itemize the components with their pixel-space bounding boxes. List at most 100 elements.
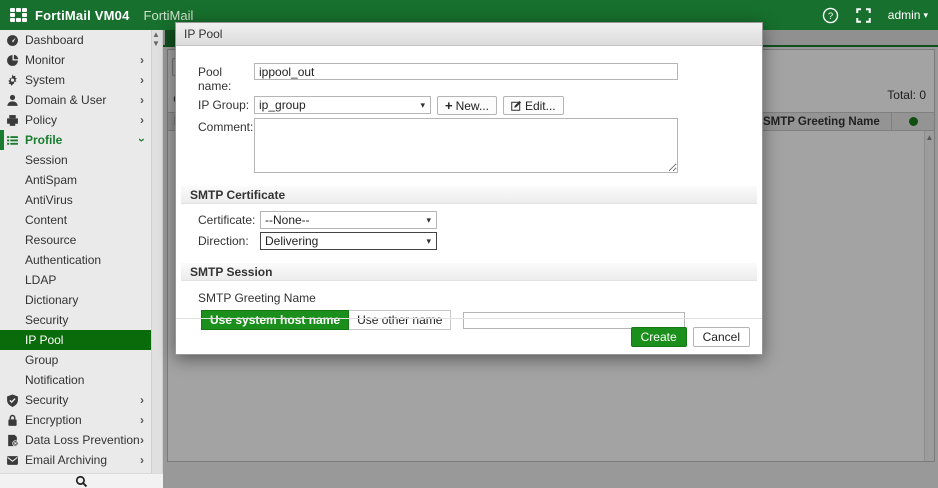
chevron-down-icon: ▾ [420,101,425,110]
direction-label: Direction: [198,232,260,248]
dlp-icon [6,434,19,447]
sidebar-item-label: Monitor [25,53,65,67]
sidebar-item-profile-antispam[interactable]: AntiSpam [0,170,152,190]
chevron-down-icon: › [135,138,149,142]
sidebar-item-profile-security[interactable]: Security [0,310,152,330]
hostname-label: FortiMail [144,8,194,23]
sidebar-item-label: LDAP [25,273,56,287]
pool-name-label: Pool name: [198,63,254,93]
chevron-down-icon: ▾ [426,237,431,246]
sidebar-item-label: Content [25,213,67,227]
smtp-certificate-section-header: SMTP Certificate [181,186,757,204]
sidebar-search-bar [0,473,163,488]
chevron-right-icon: › [140,453,144,467]
sidebar-nav: DashboardMonitor›System›Domain & User›Po… [0,30,152,470]
comment-label: Comment: [198,118,254,134]
sidebar-item-domain-user[interactable]: Domain & User › [0,90,152,110]
chevron-right-icon: › [140,53,144,67]
ip-group-label: IP Group: [198,96,254,112]
user-icon [6,94,19,107]
sidebar-item-profile-resource[interactable]: Resource [0,230,152,250]
cancel-button[interactable]: Cancel [693,327,750,347]
new-button[interactable]: + New... [437,96,497,115]
create-button[interactable]: Create [631,327,687,347]
sidebar-item-label: Policy [25,113,57,127]
sidebar-item-label: Group [25,353,58,367]
chevron-right-icon: › [140,93,144,107]
chevron-down-icon: ▾ [923,11,928,20]
lock-icon [6,414,19,427]
sidebar-item-profile-group[interactable]: Group [0,350,152,370]
sidebar-item-security[interactable]: Security› [0,390,152,410]
sidebar-item-label: Data Loss Prevention [25,433,140,447]
sidebar-item-policy[interactable]: Policy › [0,110,152,130]
dialog-title: IP Pool [176,23,762,46]
gauge-icon [6,34,19,47]
chevron-right-icon: › [140,433,144,447]
edit-button[interactable]: Edit... [503,96,564,115]
sidebar-item-profile-session[interactable]: Session [0,150,152,170]
scroll-down-icon[interactable]: ▼ [152,39,160,48]
chevron-right-icon: › [140,413,144,427]
scroll-up-icon[interactable]: ▲ [152,30,160,39]
certificate-select[interactable]: --None-- ▾ [260,211,437,229]
comment-textarea[interactable] [254,118,678,173]
sidebar-item-label: IP Pool [25,333,63,347]
sidebar-scrollbar[interactable]: ▲ ▼ [151,30,162,473]
ip-pool-dialog: IP Pool Pool name: IP Group: ip_group ▾ … [175,22,763,355]
sidebar-item-label: Notification [25,373,84,387]
sidebar-item-label: Security [25,313,68,327]
dialog-footer: Create Cancel [176,318,762,354]
list-icon [6,134,19,147]
sidebar-item-label: Resource [25,233,76,247]
pool-name-input[interactable] [254,63,678,80]
sidebar-item-profile-ip-pool[interactable]: IP Pool [0,330,152,350]
direction-select[interactable]: Delivering ▾ [260,232,437,250]
sidebar-item-label: Authentication [25,253,101,267]
sidebar-item-profile[interactable]: Profile › [0,130,152,150]
sidebar-item-label: Domain & User [25,93,106,107]
sidebar-item-email-archiving[interactable]: Email Archiving › [0,450,152,470]
help-icon[interactable]: ? [822,7,839,24]
certificate-label: Certificate: [198,211,260,227]
smtp-greeting-name-label: SMTP Greeting Name [198,291,762,305]
chevron-down-icon: ▾ [426,216,431,225]
sidebar-item-label: Encryption [25,413,82,427]
ip-group-select[interactable]: ip_group ▾ [254,96,431,114]
sidebar: DashboardMonitor›System›Domain & User›Po… [0,30,163,473]
sidebar-item-label: Email Archiving [25,453,107,467]
svg-text:?: ? [828,11,833,22]
plus-icon: + [445,98,453,113]
sidebar-item-profile-authentication[interactable]: Authentication [0,250,152,270]
smtp-session-section-header: SMTP Session [181,263,757,281]
search-icon[interactable] [75,475,88,488]
product-title: FortiMail VM04 [35,8,130,23]
sidebar-item-profile-notification[interactable]: Notification [0,370,152,390]
sidebar-item-data-loss-prevention[interactable]: Data Loss Prevention› [0,430,152,450]
certificate-value: --None-- [265,213,310,227]
sidebar-item-system[interactable]: System› [0,70,152,90]
chevron-right-icon: › [140,113,144,127]
sidebar-item-profile-ldap[interactable]: LDAP [0,270,152,290]
sidebar-item-label: AntiVirus [25,193,73,207]
sidebar-item-profile-antivirus[interactable]: AntiVirus [0,190,152,210]
chevron-right-icon: › [140,393,144,407]
shield-icon [6,394,19,407]
sidebar-item-monitor[interactable]: Monitor › [0,50,152,70]
sidebar-item-label: Dictionary [25,293,78,307]
fortinet-logo [10,8,27,22]
pie-icon [6,54,19,67]
sidebar-item-profile-content[interactable]: Content [0,210,152,230]
admin-menu[interactable]: admin ▾ [888,8,928,22]
sidebar-item-encryption[interactable]: Encryption › [0,410,152,430]
direction-value: Delivering [265,234,318,248]
sidebar-item-profile-dictionary[interactable]: Dictionary [0,290,152,310]
gear-icon [6,74,19,87]
edit-pencil-icon [511,100,522,111]
sidebar-item-dashboard[interactable]: Dashboard [0,30,152,50]
admin-label: admin [888,8,921,22]
sidebar-item-label: Session [25,153,68,167]
sidebar-item-label: Profile [25,133,62,147]
fullscreen-icon[interactable] [855,7,872,24]
chevron-right-icon: › [140,73,144,87]
